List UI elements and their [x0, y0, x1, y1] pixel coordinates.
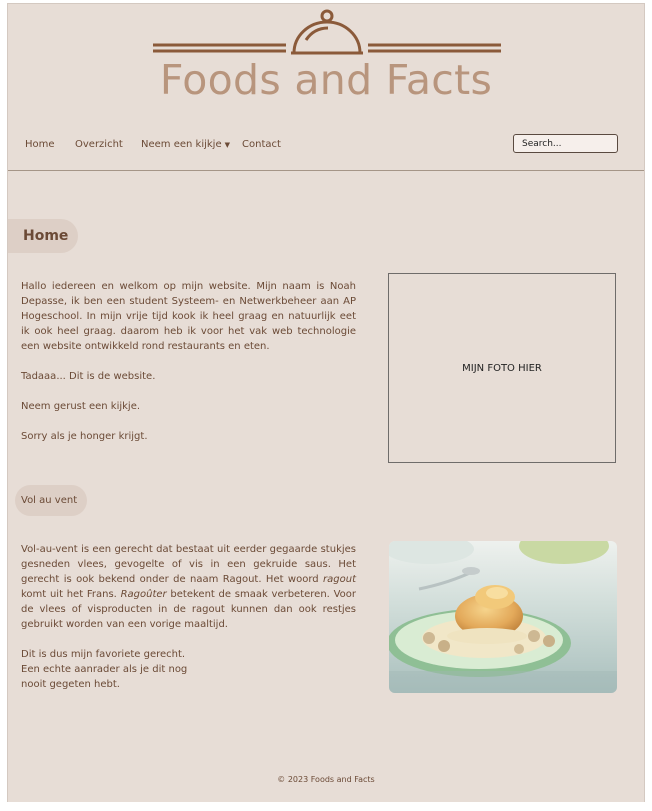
section-heading-vol-au-vent: Vol au vent [15, 485, 87, 516]
brand-name: Foods and Facts [159, 56, 493, 104]
nav-contact[interactable]: Contact [242, 139, 281, 150]
intro-text: Hallo iedereen en welkom op mijn website… [21, 279, 356, 459]
nav-home[interactable]: Home [25, 139, 55, 150]
text-segment: Vol-au-vent is een gerecht dat bestaat u… [21, 544, 356, 585]
nav-neem-een-kijkje-label: Neem een kijkje [141, 139, 222, 150]
section-heading-home: Home [8, 219, 78, 253]
intro-paragraph: Sorry als je honger krijgt. [21, 431, 148, 442]
search-input[interactable] [513, 134, 618, 153]
emphasis-ragout: ragout [323, 574, 356, 585]
intro-paragraph: Hallo iedereen en welkom op mijn website… [21, 281, 356, 352]
page-frame: Foods and Facts Home Overzicht Neem een … [7, 3, 645, 802]
caret-down-icon: ▼ [224, 141, 230, 149]
photo-placeholder: MIJN FOTO HIER [388, 273, 616, 463]
header-divider [8, 170, 644, 171]
vol-au-vent-recommendation: Dit is dus mijn favoriete gerecht. Een ec… [21, 647, 356, 692]
site-logo[interactable]: Foods and Facts [151, 8, 501, 108]
text-line: Dit is dus mijn favoriete gerecht. [21, 649, 186, 660]
intro-paragraph: Tadaaa... Dit is de website. [21, 371, 156, 382]
text-line: nooit gegeten hebt. [21, 679, 120, 690]
vol-au-vent-text: Vol-au-vent is een gerecht dat bestaat u… [21, 542, 356, 692]
nav-neem-een-kijkje[interactable]: Neem een kijkje ▼ [141, 139, 230, 150]
intro-paragraph: Neem gerust een kijkje. [21, 401, 141, 412]
text-line: Een echte aanrader als je dit nog [21, 664, 188, 675]
vol-au-vent-photo [389, 541, 617, 693]
nav-overzicht[interactable]: Overzicht [75, 139, 123, 150]
footer-copyright: © 2023 Foods and Facts [277, 775, 375, 784]
emphasis-ragouter: Ragoûter [120, 589, 167, 600]
main-nav: Home Overzicht Neem een kijkje ▼ Contact [8, 130, 644, 166]
vol-au-vent-description: Vol-au-vent is een gerecht dat bestaat u… [21, 542, 356, 632]
text-segment: komt uit het Frans. [21, 589, 121, 600]
